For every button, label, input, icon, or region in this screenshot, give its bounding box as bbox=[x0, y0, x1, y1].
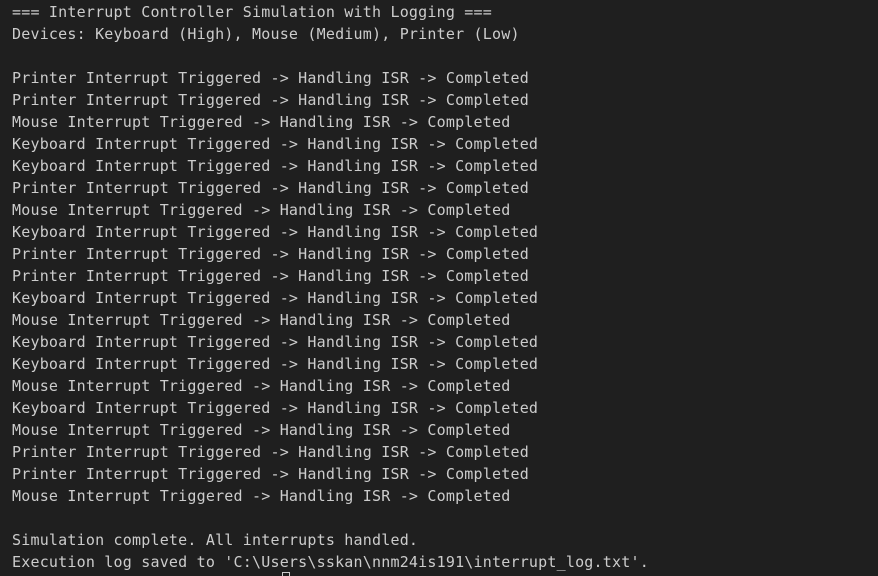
log-line: Printer Interrupt Triggered -> Handling … bbox=[12, 465, 529, 483]
log-line: Keyboard Interrupt Triggered -> Handling… bbox=[12, 333, 539, 351]
log-line: Mouse Interrupt Triggered -> Handling IS… bbox=[12, 421, 511, 439]
log-line: Mouse Interrupt Triggered -> Handling IS… bbox=[12, 377, 511, 395]
log-line: Mouse Interrupt Triggered -> Handling IS… bbox=[12, 201, 511, 219]
completion-message: Simulation complete. All interrupts hand… bbox=[12, 531, 419, 549]
log-line: Printer Interrupt Triggered -> Handling … bbox=[12, 443, 529, 461]
text-cursor bbox=[282, 572, 290, 576]
log-line: Keyboard Interrupt Triggered -> Handling… bbox=[12, 157, 539, 175]
log-line: Mouse Interrupt Triggered -> Handling IS… bbox=[12, 311, 511, 329]
log-line: Printer Interrupt Triggered -> Handling … bbox=[12, 245, 529, 263]
log-line: Printer Interrupt Triggered -> Handling … bbox=[12, 179, 529, 197]
simulation-title: === Interrupt Controller Simulation with… bbox=[12, 3, 492, 21]
log-saved-message: Execution log saved to 'C:\Users\sskan\n… bbox=[12, 553, 649, 571]
log-line: Printer Interrupt Triggered -> Handling … bbox=[12, 91, 529, 109]
log-line: Mouse Interrupt Triggered -> Handling IS… bbox=[12, 113, 511, 131]
log-line: Keyboard Interrupt Triggered -> Handling… bbox=[12, 223, 539, 241]
devices-line: Devices: Keyboard (High), Mouse (Medium)… bbox=[12, 25, 520, 43]
log-line: Keyboard Interrupt Triggered -> Handling… bbox=[12, 135, 539, 153]
log-line: Keyboard Interrupt Triggered -> Handling… bbox=[12, 399, 539, 417]
terminal-output[interactable]: === Interrupt Controller Simulation with… bbox=[0, 0, 878, 576]
log-line: Keyboard Interrupt Triggered -> Handling… bbox=[12, 355, 539, 373]
log-line: Keyboard Interrupt Triggered -> Handling… bbox=[12, 289, 539, 307]
log-line: Printer Interrupt Triggered -> Handling … bbox=[12, 69, 529, 87]
log-line: Printer Interrupt Triggered -> Handling … bbox=[12, 267, 529, 285]
log-line: Mouse Interrupt Triggered -> Handling IS… bbox=[12, 487, 511, 505]
